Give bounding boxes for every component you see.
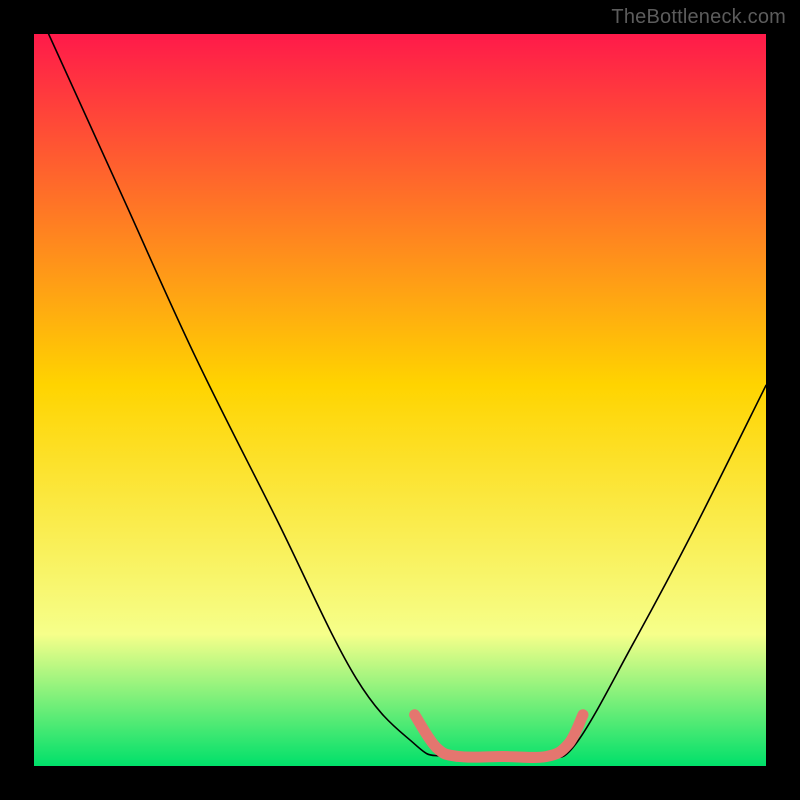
watermark-text: TheBottleneck.com (611, 6, 786, 29)
chart-svg (34, 34, 766, 766)
chart-background-gradient (34, 34, 766, 766)
chart-plot-area (34, 34, 766, 766)
